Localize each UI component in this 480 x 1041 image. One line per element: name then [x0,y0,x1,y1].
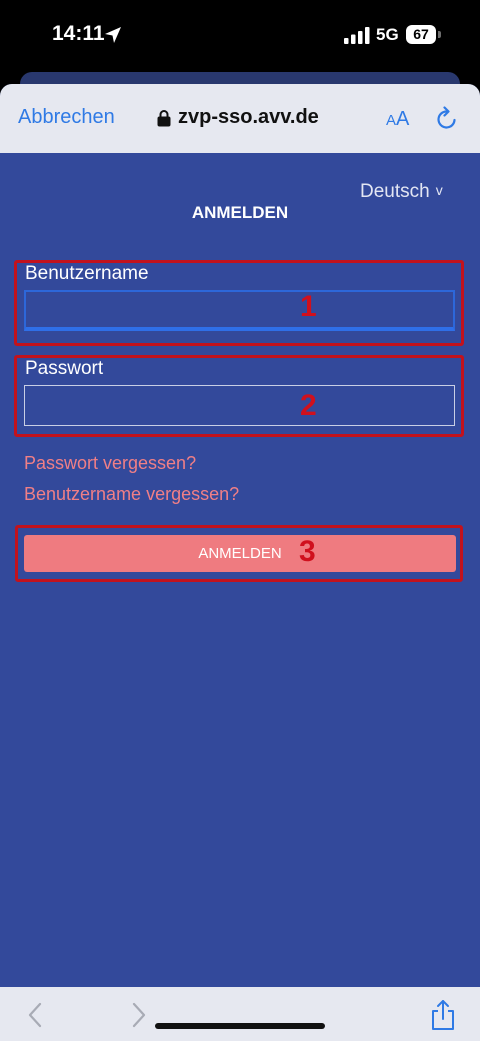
forgot-username-link[interactable]: Benutzername vergessen? [24,484,239,505]
status-time: 14:11 [52,22,105,45]
lock-icon [157,110,171,127]
annotation-box-password [14,355,464,437]
chevron-right-icon[interactable] [130,1002,148,1028]
reload-icon[interactable] [435,106,459,132]
home-indicator [155,1023,325,1029]
share-icon[interactable] [430,999,456,1031]
annotation-box-login [15,525,463,582]
bottom-toolbar [0,987,480,1041]
forgot-password-link[interactable]: Passwort vergessen? [24,453,196,474]
text-size-big-letter: A [396,108,410,130]
cancel-button[interactable]: Abbrechen [18,106,115,129]
location-arrow-icon [105,27,121,43]
status-bar: 14:11 5G 67 [0,0,480,72]
network-type-label: 5G [376,25,399,44]
browser-sheet: Abbrechen zvp-sso.avv.de AA Deutsch v ANM… [0,84,480,1041]
annotation-number-3: 3 [299,535,316,568]
battery-indicator: 67 [406,25,436,44]
annotation-number-1: 1 [300,290,317,323]
page-title: ANMELDEN [191,203,289,222]
annotation-box-username [14,260,464,346]
url-label[interactable]: zvp-sso.avv.de [178,106,319,129]
text-size-small-letter: A [386,112,397,129]
language-select[interactable]: Deutsch v [360,181,443,203]
browser-toolbar: Abbrechen zvp-sso.avv.de AA [0,84,480,153]
chevron-left-icon[interactable] [26,1002,44,1028]
battery-cap [438,31,441,38]
chevron-down-icon: v [435,182,443,198]
text-size-button[interactable]: AA [386,107,409,133]
annotation-number-2: 2 [300,389,317,422]
signal-bars-icon [344,27,370,44]
language-label: Deutsch [360,181,430,202]
